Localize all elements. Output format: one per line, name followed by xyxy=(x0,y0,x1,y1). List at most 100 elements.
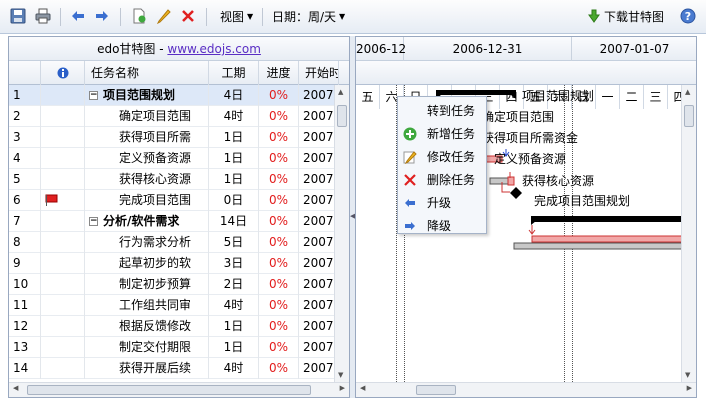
task-duration[interactable]: 1日 xyxy=(209,148,259,169)
scroll-thumb[interactable] xyxy=(337,105,347,127)
task-duration[interactable]: 4日 xyxy=(209,85,259,106)
task-start[interactable]: 2007- xyxy=(299,253,339,274)
task-start[interactable]: 2007- xyxy=(299,316,339,337)
task-progress[interactable]: 0% xyxy=(259,253,299,274)
task-start[interactable]: 2007- xyxy=(299,211,339,232)
scroll-up-icon[interactable]: ▲ xyxy=(338,88,343,96)
table-row[interactable]: 13 制定交付期限 1日 0% 2007- xyxy=(9,337,349,358)
table-row[interactable]: 3 获得项目所需 1日 0% 2007- xyxy=(9,127,349,148)
task-progress[interactable]: 0% xyxy=(259,190,299,211)
context-menu-item[interactable]: 修改任务 xyxy=(398,145,486,168)
col-header-duration[interactable]: 工期 xyxy=(209,61,259,85)
table-row[interactable]: 8 行为需求分析 5日 0% 2007- xyxy=(9,232,349,253)
task-duration[interactable]: 1日 xyxy=(209,127,259,148)
context-menu-item[interactable]: 删除任务 xyxy=(398,168,486,191)
task-name[interactable]: 完成项目范围 xyxy=(85,190,209,211)
task-progress[interactable]: 0% xyxy=(259,358,299,379)
task-name[interactable]: 制定初步预算 xyxy=(85,274,209,295)
task-progress[interactable]: 0% xyxy=(259,274,299,295)
collapse-toggle-icon[interactable]: − xyxy=(89,91,98,100)
save-icon[interactable] xyxy=(8,6,28,26)
print-icon[interactable] xyxy=(33,6,53,26)
table-row[interactable]: 4 定义预备资源 1日 0% 2007- xyxy=(9,148,349,169)
col-header-index[interactable] xyxy=(9,61,41,85)
context-menu-item[interactable]: 升级 xyxy=(398,191,486,214)
gantt-vertical-scrollbar[interactable]: ▲ ▼ xyxy=(681,85,696,382)
table-row[interactable]: 7− 分析/软件需求 14日 0% 2007- xyxy=(9,211,349,232)
col-header-progress[interactable]: 进度 xyxy=(259,61,299,85)
task-start[interactable]: 2007- xyxy=(299,169,339,190)
scroll-left-icon[interactable]: ◀ xyxy=(360,384,365,392)
table-row[interactable]: 1− 项目范围规划 4日 0% 2007- xyxy=(9,85,349,106)
grid-vertical-scrollbar[interactable]: ▲ ▼ xyxy=(334,85,349,382)
task-progress[interactable]: 0% xyxy=(259,169,299,190)
table-row[interactable]: 5 获得核心资源 1日 0% 2007- xyxy=(9,169,349,190)
download-gantt-button[interactable]: 下载甘特图 xyxy=(588,6,664,26)
col-header-info[interactable] xyxy=(41,61,85,85)
task-start[interactable]: 2007- xyxy=(299,190,339,211)
task-start[interactable]: 2007- xyxy=(299,358,339,379)
scroll-down-icon[interactable]: ▼ xyxy=(685,371,690,379)
col-header-name[interactable]: 任务名称 xyxy=(85,61,209,85)
task-name[interactable]: 起草初步的软 xyxy=(85,253,209,274)
view-menu[interactable]: 视图 ▼ xyxy=(220,6,253,26)
task-duration[interactable]: 1日 xyxy=(209,169,259,190)
task-duration[interactable]: 14日 xyxy=(209,211,259,232)
grid-horizontal-scrollbar[interactable]: ◀ ▶ xyxy=(9,382,349,397)
task-progress[interactable]: 0% xyxy=(259,106,299,127)
task-start[interactable]: 2007- xyxy=(299,337,339,358)
task-duration[interactable]: 2日 xyxy=(209,274,259,295)
task-progress[interactable]: 0% xyxy=(259,148,299,169)
task-duration[interactable]: 1日 xyxy=(209,337,259,358)
task-name[interactable]: 获得核心资源 xyxy=(85,169,209,190)
task-progress[interactable]: 0% xyxy=(259,295,299,316)
task-name[interactable]: 确定项目范围 xyxy=(85,106,209,127)
scroll-down-icon[interactable]: ▼ xyxy=(338,371,343,379)
context-menu-item[interactable]: 新增任务 xyxy=(398,122,486,145)
table-row[interactable]: 10 制定初步预算 2日 0% 2007- xyxy=(9,274,349,295)
table-row[interactable]: 2 确定项目范围 4时 0% 2007- xyxy=(9,106,349,127)
scroll-up-icon[interactable]: ▲ xyxy=(685,88,690,96)
task-start[interactable]: 2007- xyxy=(299,295,339,316)
task-name[interactable]: 工作组共同审 xyxy=(85,295,209,316)
table-row[interactable]: 9 起草初步的软 3日 0% 2007- xyxy=(9,253,349,274)
task-bar[interactable] xyxy=(531,235,682,243)
collapse-toggle-icon[interactable]: − xyxy=(89,217,98,226)
task-bar[interactable] xyxy=(513,242,682,250)
task-progress[interactable]: 0% xyxy=(259,85,299,106)
task-start[interactable]: 2007- xyxy=(299,232,339,253)
task-name[interactable]: 获得开展后续 xyxy=(85,358,209,379)
task-progress[interactable]: 0% xyxy=(259,211,299,232)
task-duration[interactable]: 1日 xyxy=(209,316,259,337)
task-duration[interactable]: 4时 xyxy=(209,106,259,127)
task-name[interactable]: − 项目范围规划 xyxy=(85,85,209,106)
scroll-right-icon[interactable]: ▶ xyxy=(687,384,692,392)
table-row[interactable]: 12 根据反馈修改 1日 0% 2007- xyxy=(9,316,349,337)
arrow-left-icon[interactable] xyxy=(68,6,88,26)
task-duration[interactable]: 4时 xyxy=(209,358,259,379)
task-name[interactable]: 根据反馈修改 xyxy=(85,316,209,337)
gantt-horizontal-scrollbar[interactable]: ◀ ▶ xyxy=(356,382,696,397)
scroll-thumb[interactable] xyxy=(27,385,311,395)
table-row[interactable]: 6 完成项目范围 0日 0% 2007- xyxy=(9,190,349,211)
task-bar[interactable] xyxy=(489,177,511,185)
col-header-start[interactable]: 开始时 xyxy=(299,61,339,85)
task-name[interactable]: 制定交付期限 xyxy=(85,337,209,358)
task-name[interactable]: 行为需求分析 xyxy=(85,232,209,253)
table-row[interactable]: 14 获得开展后续 4时 0% 2007- xyxy=(9,358,349,379)
task-duration[interactable]: 0日 xyxy=(209,190,259,211)
context-menu-item[interactable]: 降级 xyxy=(398,214,486,237)
context-menu-item[interactable]: 转到任务 xyxy=(398,99,486,122)
task-start[interactable]: 2007- xyxy=(299,274,339,295)
help-icon[interactable]: ? xyxy=(678,6,698,26)
scroll-left-icon[interactable]: ◀ xyxy=(13,384,18,392)
task-start[interactable]: 2007- xyxy=(299,127,339,148)
task-start[interactable]: 2007- xyxy=(299,85,339,106)
task-start[interactable]: 2007- xyxy=(299,148,339,169)
task-progress[interactable]: 0% xyxy=(259,232,299,253)
delete-icon[interactable] xyxy=(178,6,198,26)
site-link[interactable]: www.edojs.com xyxy=(167,42,261,56)
edit-icon[interactable] xyxy=(154,6,174,26)
task-progress[interactable]: 0% xyxy=(259,337,299,358)
task-duration[interactable]: 3日 xyxy=(209,253,259,274)
